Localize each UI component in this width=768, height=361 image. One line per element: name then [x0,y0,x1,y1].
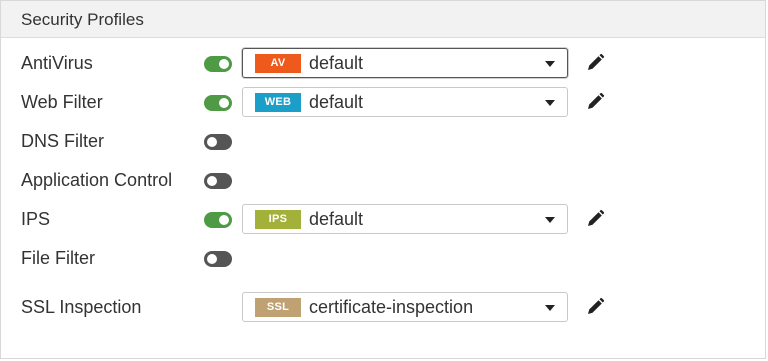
panel-title: Security Profiles [21,10,144,29]
row-application-control: Application Control [1,164,765,196]
file-filter-toggle[interactable] [204,251,232,267]
row-file-filter: File Filter [1,242,765,274]
chevron-down-icon [545,61,555,67]
toggle-knob [219,59,229,69]
antivirus-profile-value: default [309,53,364,73]
panel-header: Security Profiles [1,1,765,38]
pencil-icon[interactable] [585,53,605,73]
chevron-down-icon [545,100,555,106]
toggle-knob [207,137,217,147]
application-control-toggle[interactable] [204,173,232,189]
row-ssl-inspection: SSL Inspection SSL certificate-inspectio… [1,291,765,323]
toggle-knob [207,254,217,264]
web-filter-label: Web Filter [21,92,103,112]
pencil-icon[interactable] [585,297,605,317]
security-profiles-panel: Security Profiles AntiVirus AV default W… [0,0,766,359]
chevron-down-icon [545,217,555,223]
av-badge: AV [255,54,301,73]
row-dns-filter: DNS Filter [1,125,765,157]
ssl-badge: SSL [255,298,301,317]
row-ips: IPS IPS default [1,203,765,235]
row-web-filter: Web Filter WEB default [1,86,765,118]
toggle-knob [219,215,229,225]
toggle-knob [219,98,229,108]
chevron-down-icon [545,305,555,311]
web-filter-toggle[interactable] [204,95,232,111]
web-badge: WEB [255,93,301,112]
pencil-icon[interactable] [585,92,605,112]
ips-profile-value: default [309,209,364,229]
antivirus-label: AntiVirus [21,53,93,73]
application-control-label: Application Control [21,170,173,190]
pencil-icon[interactable] [585,209,605,229]
antivirus-profile-select[interactable]: AV default [242,48,568,78]
ips-toggle[interactable] [204,212,232,228]
web-filter-profile-select[interactable]: WEB default [242,87,568,117]
web-filter-profile-value: default [309,92,364,112]
ssl-inspection-profile-select[interactable]: SSL certificate-inspection [242,292,568,322]
dns-filter-label: DNS Filter [21,131,105,151]
ssl-inspection-profile-value: certificate-inspection [309,297,474,317]
ips-profile-select[interactable]: IPS default [242,204,568,234]
ips-badge: IPS [255,210,301,229]
ssl-inspection-label: SSL Inspection [21,297,142,317]
toggle-knob [207,176,217,186]
dns-filter-toggle[interactable] [204,134,232,150]
antivirus-toggle[interactable] [204,56,232,72]
row-antivirus: AntiVirus AV default [1,47,765,79]
ips-label: IPS [21,209,51,229]
file-filter-label: File Filter [21,248,96,268]
